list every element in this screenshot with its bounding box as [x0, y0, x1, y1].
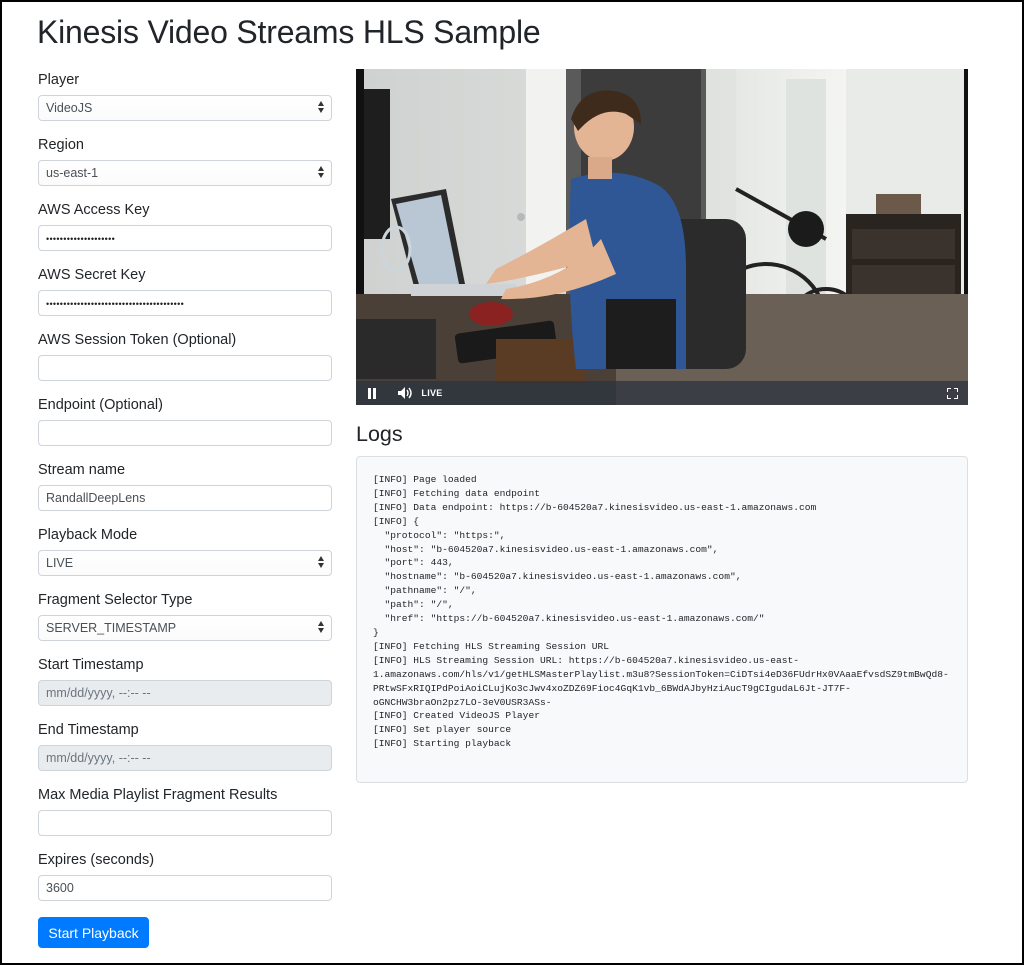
select-arrows-icon [318, 555, 325, 571]
secret-key-input[interactable]: •••••••••••••••••••••••••••••••••••••••• [38, 290, 332, 316]
select-arrows-icon [318, 620, 325, 636]
region-select-value: us-east-1 [46, 166, 99, 180]
session-token-input[interactable] [38, 355, 332, 381]
pause-icon[interactable] [360, 381, 384, 405]
select-arrows-icon [318, 100, 325, 116]
fullscreen-icon[interactable] [940, 381, 964, 405]
player-group: Player VideoJS [38, 68, 332, 133]
fragment-selector-group: Fragment Selector Type SERVER_TIMESTAMP [38, 588, 332, 653]
player-label: Player [38, 72, 80, 88]
stream-name-group: Stream name RandallDeepLens [38, 458, 332, 523]
access-key-value: •••••••••••••••••••• [46, 234, 116, 244]
session-token-group: AWS Session Token (Optional) [38, 328, 332, 393]
page-title: Kinesis Video Streams HLS Sample [37, 14, 541, 50]
max-results-input[interactable] [38, 810, 332, 836]
start-timestamp-group: Start Timestamp mm/dd/yyyy, --:-- -- [38, 653, 332, 718]
fragment-selector-select[interactable]: SERVER_TIMESTAMP [38, 615, 332, 641]
endpoint-group: Endpoint (Optional) [38, 393, 332, 458]
expires-input[interactable]: 3600 [38, 875, 332, 901]
region-label: Region [38, 137, 84, 153]
logs-panel: [INFO] Page loaded [INFO] Fetching data … [356, 456, 968, 783]
playback-mode-label: Playback Mode [38, 527, 138, 543]
session-token-label: AWS Session Token (Optional) [38, 332, 237, 348]
endpoint-input[interactable] [38, 420, 332, 446]
fragment-selector-value: SERVER_TIMESTAMP [46, 621, 177, 635]
secret-key-label: AWS Secret Key [38, 267, 146, 283]
end-timestamp-placeholder: mm/dd/yyyy, --:-- -- [46, 751, 151, 765]
start-timestamp-input: mm/dd/yyyy, --:-- -- [38, 680, 332, 706]
page-frame: Kinesis Video Streams HLS Sample Player … [0, 0, 1024, 965]
stream-name-label: Stream name [38, 462, 126, 478]
max-results-group: Max Media Playlist Fragment Results [38, 783, 332, 848]
stream-name-value: RandallDeepLens [46, 491, 146, 505]
video-frame-image [356, 69, 968, 405]
endpoint-label: Endpoint (Optional) [38, 397, 163, 413]
end-timestamp-group: End Timestamp mm/dd/yyyy, --:-- -- [38, 718, 332, 783]
logs-heading: Logs [356, 422, 403, 446]
video-player[interactable]: LIVE [356, 69, 968, 405]
playback-mode-value: LIVE [46, 556, 74, 570]
end-timestamp-input: mm/dd/yyyy, --:-- -- [38, 745, 332, 771]
secret-key-value: •••••••••••••••••••••••••••••••••••••••• [46, 299, 185, 309]
player-select-value: VideoJS [46, 101, 93, 115]
logs-text: [INFO] Page loaded [INFO] Fetching data … [373, 474, 949, 750]
region-group: Region us-east-1 [38, 133, 332, 198]
expires-group: Expires (seconds) 3600 [38, 848, 332, 913]
secret-key-group: AWS Secret Key •••••••••••••••••••••••••… [38, 263, 332, 328]
stream-name-input[interactable]: RandallDeepLens [38, 485, 332, 511]
volume-icon[interactable] [394, 381, 418, 405]
settings-form: Player VideoJS Region us-east-1 AWS Acce… [38, 68, 332, 913]
fragment-selector-label: Fragment Selector Type [38, 592, 193, 608]
max-results-label: Max Media Playlist Fragment Results [38, 787, 278, 803]
expires-label: Expires (seconds) [38, 852, 155, 868]
access-key-input[interactable]: •••••••••••••••••••• [38, 225, 332, 251]
player-control-bar: LIVE [356, 381, 968, 405]
player-select[interactable]: VideoJS [38, 95, 332, 121]
end-timestamp-label: End Timestamp [38, 722, 139, 738]
start-timestamp-placeholder: mm/dd/yyyy, --:-- -- [46, 686, 151, 700]
live-indicator: LIVE [421, 388, 443, 398]
playback-mode-select[interactable]: LIVE [38, 550, 332, 576]
playback-mode-group: Playback Mode LIVE [38, 523, 332, 588]
access-key-label: AWS Access Key [38, 202, 150, 218]
access-key-group: AWS Access Key •••••••••••••••••••• [38, 198, 332, 263]
start-timestamp-label: Start Timestamp [38, 657, 144, 673]
select-arrows-icon [318, 165, 325, 181]
region-select[interactable]: us-east-1 [38, 160, 332, 186]
start-playback-button[interactable]: Start Playback [38, 917, 149, 948]
expires-value: 3600 [46, 881, 74, 895]
